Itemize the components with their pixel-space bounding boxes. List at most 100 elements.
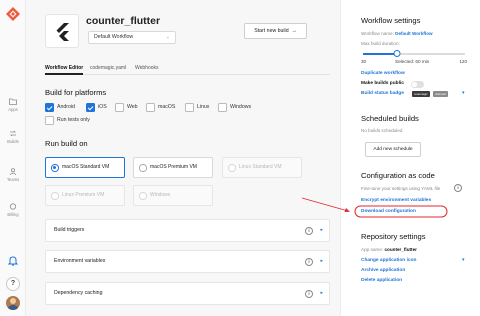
checkbox-run-tests-only[interactable]: Run tests only <box>45 116 90 125</box>
checkbox-box <box>185 103 194 112</box>
app-name-label: App name: <box>361 247 384 252</box>
vm-option-linux-standard: Linux Standard VM <box>222 157 302 178</box>
checkbox-box <box>45 103 54 112</box>
flutter-logo-icon <box>56 23 69 41</box>
checkbox-windows[interactable]: Windows <box>218 103 251 112</box>
vm-option-linux-premium: Linux Premium VM <box>45 185 125 206</box>
vm-label: macOS Premium VM <box>150 164 197 170</box>
chevron-down-icon[interactable]: ▾ <box>462 90 465 96</box>
vm-label: Linux Premium VM <box>62 192 105 198</box>
workflow-name-row: Workflow name: Default Workflow <box>361 31 433 36</box>
duplicate-workflow-link[interactable]: Duplicate workflow <box>361 71 405 76</box>
workflow-tabs: Workflow Editor codemagic.yaml Webhooks <box>45 65 330 75</box>
checkbox-macos[interactable]: macOS <box>146 103 175 112</box>
checkbox-label: Windows <box>230 104 252 110</box>
chevron-down-icon: ⌄ <box>165 34 170 40</box>
nav-label-teams: Teams <box>6 177 20 182</box>
checkbox-android[interactable]: Android <box>45 103 75 112</box>
slider-max-label: 120 <box>459 59 467 64</box>
badge-right: unknown <box>433 91 449 97</box>
checkbox-label: Run tests only <box>57 117 90 123</box>
folder-icon <box>9 98 17 105</box>
build-status-badge-link[interactable]: Build status badge <box>361 91 404 96</box>
no-builds-scheduled-text: No builds scheduled <box>361 128 403 133</box>
config-as-code-title: Configuration as code <box>361 171 435 180</box>
checkbox-box <box>115 103 124 112</box>
checkbox-box <box>218 103 227 112</box>
checkbox-label: macOS <box>158 104 176 110</box>
radio-icon <box>139 192 147 200</box>
info-icon[interactable]: i <box>305 290 313 298</box>
radio-icon <box>51 192 59 200</box>
build-for-title: Build for platforms <box>45 88 107 97</box>
slider-thumb[interactable] <box>393 50 401 57</box>
section-build-triggers[interactable]: Build triggers i ▸ <box>45 219 330 242</box>
codemagic-logo-icon[interactable] <box>6 7 20 21</box>
start-new-build-button[interactable]: Start new build → <box>244 23 307 39</box>
make-builds-public-toggle[interactable] <box>411 81 424 88</box>
chevron-down-icon[interactable]: ▾ <box>462 257 465 263</box>
user-avatar[interactable] <box>6 296 20 310</box>
app-icon <box>45 14 79 48</box>
workflow-select-value: Default Workflow <box>94 34 134 40</box>
billing-icon <box>9 203 17 210</box>
vm-label: Windows <box>150 192 171 198</box>
nav-label-billing: Billing <box>7 212 19 217</box>
info-icon[interactable]: i <box>305 258 313 266</box>
checkbox-label: Linux <box>197 104 210 110</box>
section-dependency-caching[interactable]: Dependency caching i ▸ <box>45 282 330 305</box>
run-on-title: Run build on <box>45 139 88 148</box>
section-environment-variables[interactable]: Environment variables i ▸ <box>45 250 330 273</box>
builds-icon <box>10 130 16 137</box>
checkbox-web[interactable]: Web <box>115 103 138 112</box>
info-icon[interactable]: i <box>454 184 462 192</box>
nav-item-apps[interactable]: Apps <box>0 98 26 112</box>
app-title: counter_flutter <box>86 15 161 27</box>
nav-item-billing[interactable]: Billing <box>0 203 26 217</box>
duration-slider[interactable] <box>363 50 465 57</box>
nav-item-teams[interactable]: Teams <box>0 168 26 182</box>
vm-option-macos-standard[interactable]: macOS Standard VM <box>45 157 125 178</box>
help-button[interactable]: ? <box>6 277 20 291</box>
vm-option-windows: Windows <box>133 185 213 206</box>
caret-right-icon: ▸ <box>320 258 323 264</box>
checkbox-ios[interactable]: iOS <box>86 103 107 112</box>
checkbox-linux[interactable]: Linux <box>185 103 209 112</box>
vm-label: macOS Standard VM <box>62 164 110 170</box>
radio-icon <box>51 164 59 172</box>
make-builds-public-label: Make builds public <box>361 81 404 86</box>
change-app-icon-link[interactable]: Change application icon <box>361 258 416 263</box>
tab-workflow-editor[interactable]: Workflow Editor <box>45 65 84 75</box>
vm-option-macos-premium[interactable]: macOS Premium VM <box>133 157 213 178</box>
app-name-row: App name: counter_flutter <box>361 247 417 252</box>
archive-application-link[interactable]: Archive application <box>361 268 405 273</box>
radio-icon <box>139 164 147 172</box>
slider-min-label: 30 <box>361 59 367 64</box>
checkbox-box <box>45 116 54 125</box>
start-build-label: Start new build <box>254 28 289 34</box>
nav-label-builds: Builds <box>7 139 19 144</box>
workflow-select[interactable]: Default Workflow ⌄ <box>88 31 176 44</box>
team-icon <box>9 168 17 175</box>
workflow-settings-title: Workflow settings <box>361 16 421 25</box>
tab-webhooks[interactable]: Webhooks <box>135 65 159 71</box>
download-configuration-link[interactable]: Download configuration <box>361 209 416 214</box>
encrypt-env-vars-link[interactable]: Encrypt environment variables <box>361 198 431 203</box>
checkbox-label: Android <box>57 104 75 110</box>
add-new-schedule-button[interactable]: Add new schedule <box>365 142 421 157</box>
tab-codemagic-yaml[interactable]: codemagic.yaml <box>90 65 126 71</box>
nav-item-builds[interactable]: Builds <box>0 130 26 144</box>
radio-icon <box>228 164 236 172</box>
arrow-right-icon: → <box>290 28 297 34</box>
delete-application-link[interactable]: Delete application <box>361 278 402 283</box>
vm-label: Linux Standard VM <box>239 164 282 170</box>
checkbox-label: iOS <box>98 104 107 110</box>
workflow-name-value[interactable]: Default Workflow <box>395 31 432 36</box>
info-icon[interactable]: i <box>305 227 313 235</box>
badge-left: codemagic <box>412 91 430 97</box>
bell-icon[interactable] <box>8 255 18 266</box>
caret-right-icon: ▸ <box>320 227 323 233</box>
left-nav: Apps Builds Teams Billing ? <box>0 0 26 316</box>
section-label: Build triggers <box>54 227 85 233</box>
settings-panel: Workflow settings Workflow name: Default… <box>340 0 480 316</box>
